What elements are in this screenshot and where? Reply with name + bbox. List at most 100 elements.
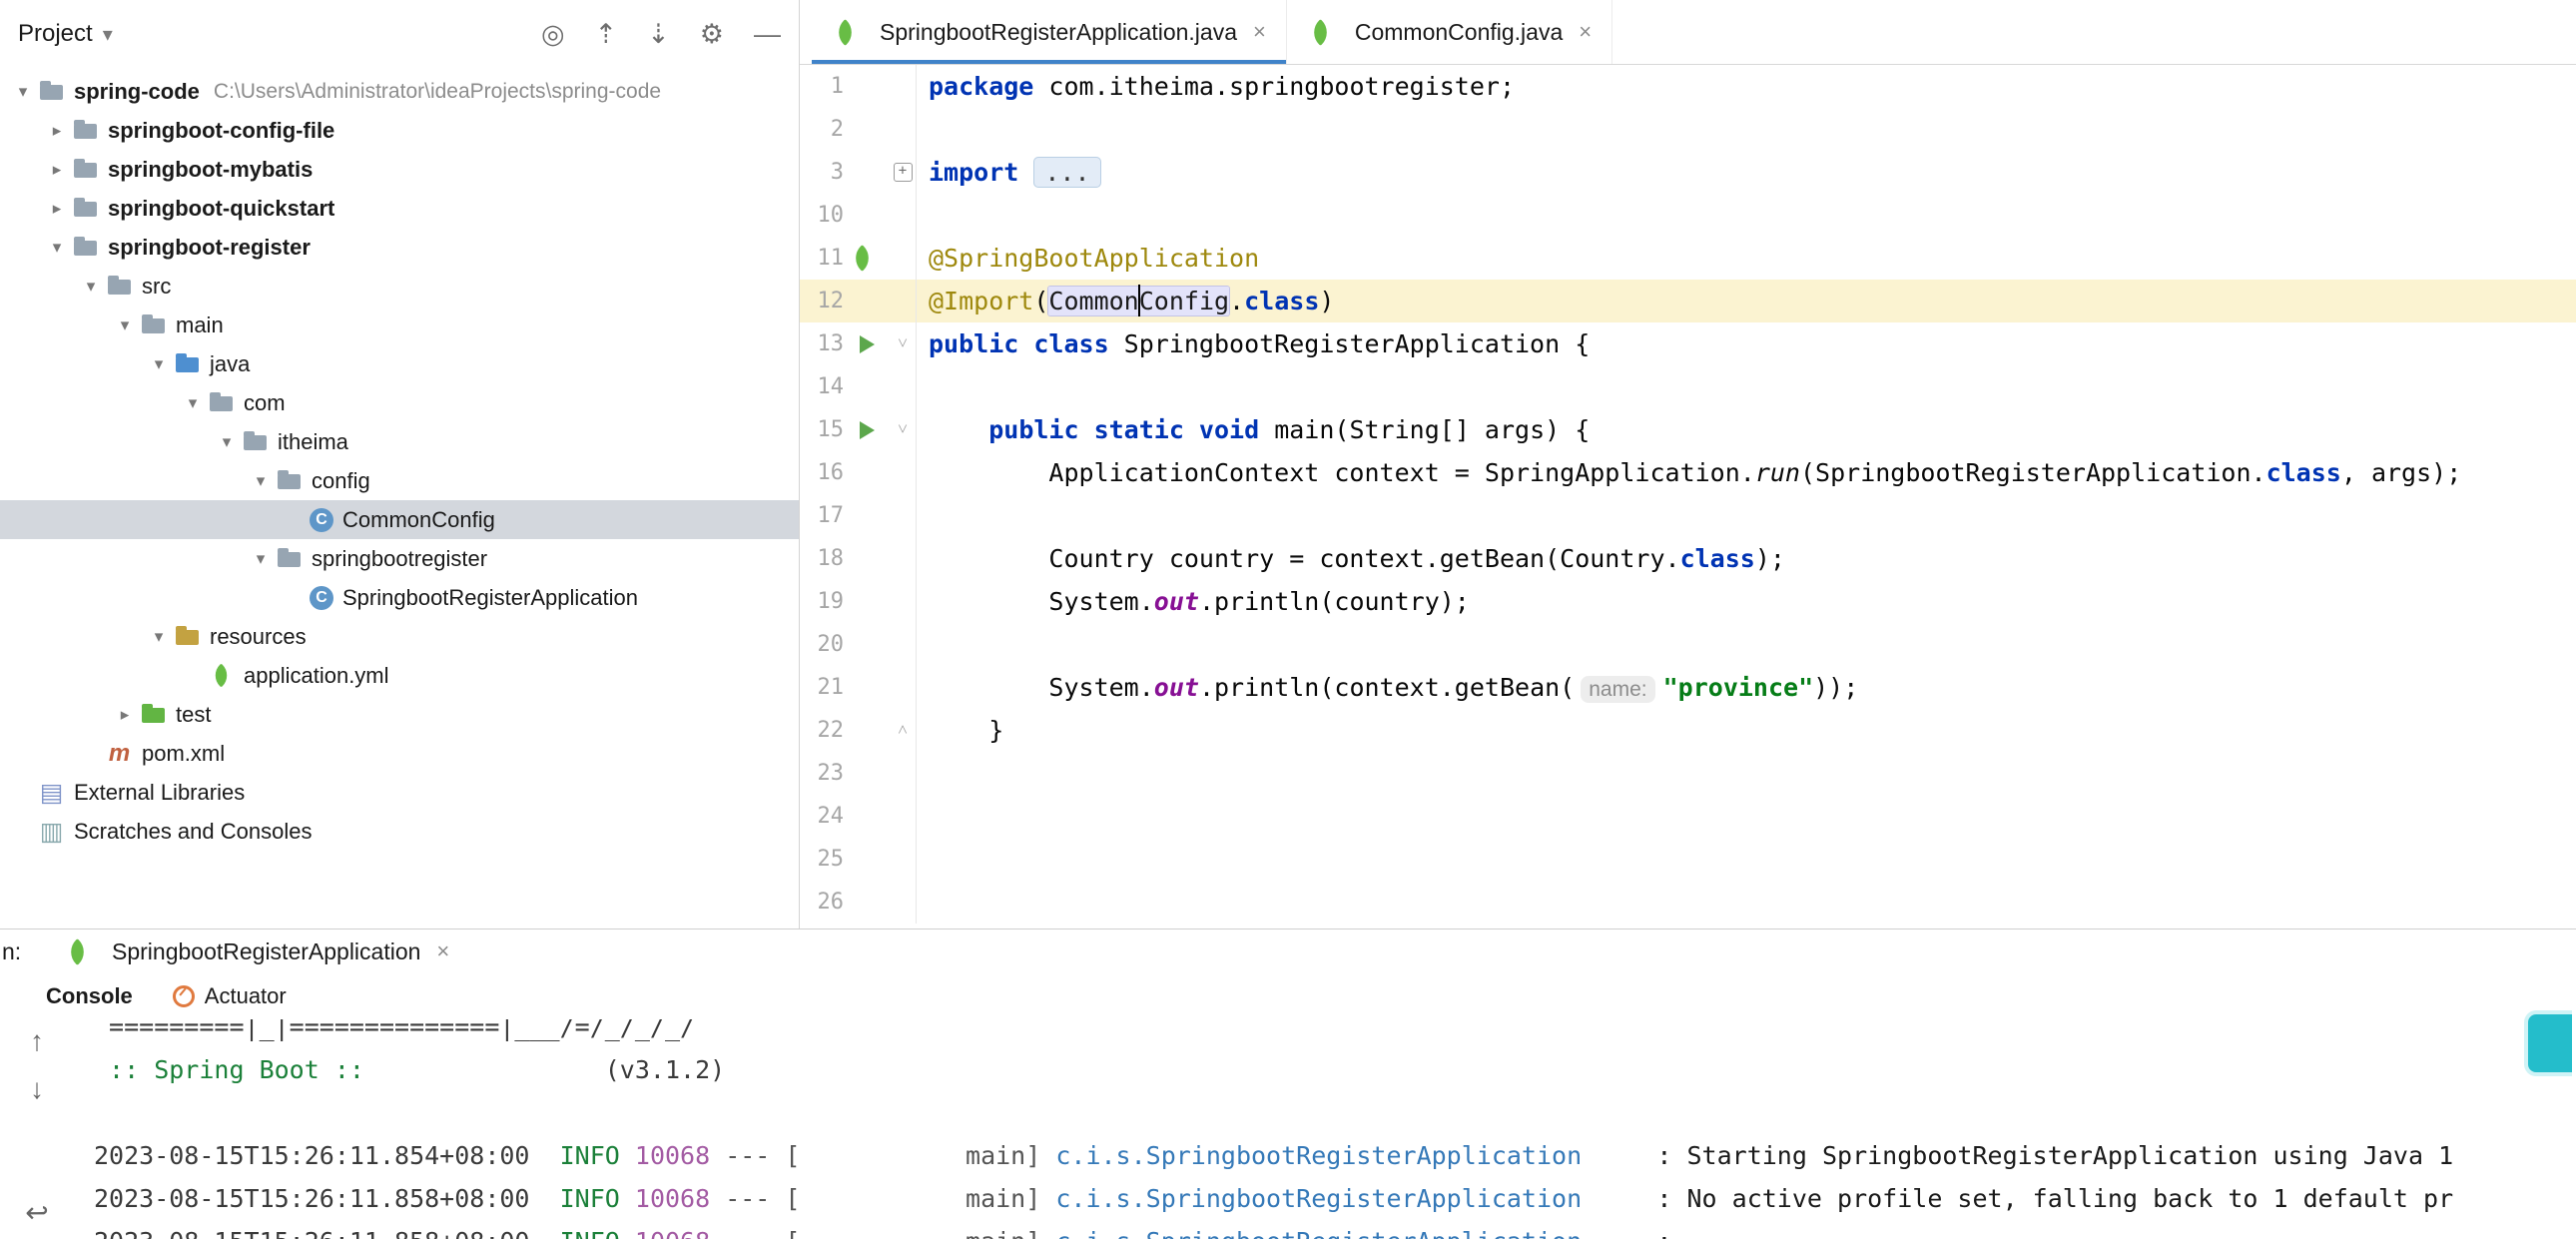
tree-item-main[interactable]: ▾main xyxy=(0,306,799,344)
scroll-up-icon[interactable]: ↑ xyxy=(30,1025,44,1057)
tree-item-config[interactable]: ▾config xyxy=(0,461,799,500)
code-line-15[interactable]: 15˅ public static void main(String[] arg… xyxy=(800,408,2576,451)
tab-actuator[interactable]: Actuator xyxy=(173,983,287,1009)
chevron-down-icon[interactable]: ▾ xyxy=(103,22,113,47)
tab-console[interactable]: Console xyxy=(46,983,133,1009)
code-line-14[interactable]: 14 xyxy=(800,365,2576,408)
chevron-down-icon[interactable]: ▾ xyxy=(110,315,140,335)
fold-marker[interactable]: ˄ xyxy=(890,709,917,752)
chevron-down-icon[interactable]: ▾ xyxy=(144,354,174,374)
floating-action-button[interactable] xyxy=(2524,1010,2572,1076)
tree-item-scratches-and-consoles[interactable]: ▥Scratches and Consoles xyxy=(0,812,799,851)
soft-wrap-icon[interactable]: ↩ xyxy=(25,1196,48,1229)
project-panel-title[interactable]: Project xyxy=(18,20,93,48)
folder-java-icon xyxy=(174,350,201,377)
project-path: C:\Users\Administrator\ideaProjects\spri… xyxy=(214,80,661,104)
tree-item-java[interactable]: ▾java xyxy=(0,344,799,383)
folder-test-icon xyxy=(140,701,167,728)
fold-marker[interactable]: ˅ xyxy=(890,322,917,365)
locate-icon[interactable]: ◎ xyxy=(541,19,565,50)
code-line-13[interactable]: 13˅public class SpringbootRegisterApplic… xyxy=(800,322,2576,365)
folder-icon xyxy=(242,428,269,455)
scroll-down-icon[interactable]: ↓ xyxy=(30,1073,44,1105)
gutter-cell xyxy=(844,623,890,666)
fold-marker[interactable]: ˅ xyxy=(890,408,917,451)
editor-tab-commonconfig-java[interactable]: CommonConfig.java× xyxy=(1287,0,1612,64)
code-line-20[interactable]: 20 xyxy=(800,623,2576,666)
code-line-22[interactable]: 22˄ } xyxy=(800,709,2576,752)
chevron-down-icon[interactable]: ▾ xyxy=(76,277,106,297)
tree-item-springboot-config-file[interactable]: ▸springboot-config-file xyxy=(0,111,799,150)
spring-bean-gutter-icon[interactable] xyxy=(844,237,890,280)
editor-tab-springbootregisterapplication-java[interactable]: SpringbootRegisterApplication.java× xyxy=(812,0,1287,64)
tree-item-itheima[interactable]: ▾itheima xyxy=(0,422,799,461)
console-output[interactable]: =========|_|==============|___/=/_/_/_/ … xyxy=(74,1019,2576,1239)
chevron-down-icon[interactable]: ▾ xyxy=(246,549,276,569)
settings-icon[interactable]: ⚙ xyxy=(700,19,724,50)
tree-item-com[interactable]: ▾com xyxy=(0,383,799,422)
code-line-10[interactable]: 10 xyxy=(800,194,2576,237)
code-line-1[interactable]: 1package com.itheima.springbootregister; xyxy=(800,65,2576,108)
tree-item-pom-xml[interactable]: mpom.xml xyxy=(0,734,799,773)
chevron-down-icon[interactable]: ▾ xyxy=(246,471,276,491)
code-line-2[interactable]: 2 xyxy=(800,108,2576,151)
run-gutter-icon[interactable] xyxy=(844,408,890,451)
tree-item-springboot-mybatis[interactable]: ▸springboot-mybatis xyxy=(0,150,799,189)
code-line-11[interactable]: 11@SpringBootApplication xyxy=(800,237,2576,280)
code-line-26[interactable]: 26 xyxy=(800,881,2576,924)
fold-marker[interactable]: + xyxy=(890,151,917,194)
chevron-right-icon[interactable]: ▸ xyxy=(42,160,72,180)
code-line-16[interactable]: 16 ApplicationContext context = SpringAp… xyxy=(800,451,2576,494)
tree-item-resources[interactable]: ▾ resources xyxy=(0,617,799,656)
code-line-18[interactable]: 18 Country country = context.getBean(Cou… xyxy=(800,537,2576,580)
chevron-down-icon[interactable]: ▾ xyxy=(8,82,38,102)
code-line-23[interactable]: 23 xyxy=(800,752,2576,795)
tree-item-external-libraries[interactable]: ▤External Libraries xyxy=(0,773,799,812)
close-icon[interactable]: × xyxy=(1253,19,1266,45)
tree-item-src[interactable]: ▾src xyxy=(0,267,799,306)
code-line-12[interactable]: 12@Import(CommonConfig.class) xyxy=(800,280,2576,322)
tree-item-label: resources xyxy=(210,624,307,650)
code-line-24[interactable]: 24 xyxy=(800,795,2576,838)
chevron-right-icon[interactable]: ▸ xyxy=(42,199,72,219)
tree-item-test[interactable]: ▸test xyxy=(0,695,799,734)
gutter-cell xyxy=(844,280,890,322)
spring-leaf-icon xyxy=(1307,19,1334,46)
expand-all-icon[interactable]: ⇡ xyxy=(595,19,618,50)
line-number: 15 xyxy=(800,408,844,451)
code-line-3[interactable]: 3+import ... xyxy=(800,151,2576,194)
line-number: 14 xyxy=(800,365,844,408)
console-toolbar: ↑ ↓ ↩ xyxy=(0,1019,74,1239)
folder-icon xyxy=(72,156,99,183)
run-gutter-icon[interactable] xyxy=(844,322,890,365)
tree-item-springbootregister[interactable]: ▾ springbootregister xyxy=(0,539,799,578)
gutter-cell xyxy=(844,795,890,838)
close-icon[interactable]: × xyxy=(1579,19,1592,45)
chevron-down-icon[interactable]: ▾ xyxy=(212,432,242,452)
hide-icon[interactable]: — xyxy=(754,19,781,50)
code-line-21[interactable]: 21 System.out.println(context.getBean(na… xyxy=(800,666,2576,709)
code-line-17[interactable]: 17 xyxy=(800,494,2576,537)
console-line: =========|_|==============|___/=/_/_/_/ xyxy=(94,1019,2576,1048)
chevron-down-icon[interactable]: ▾ xyxy=(144,627,174,647)
tree-item-commonconfig[interactable]: CCommonConfig xyxy=(0,500,799,539)
run-configuration-tab[interactable]: SpringbootRegisterApplication × xyxy=(64,938,449,965)
code-line-19[interactable]: 19 System.out.println(country); xyxy=(800,580,2576,623)
code-area[interactable]: 1package com.itheima.springbootregister;… xyxy=(800,65,2576,929)
project-panel: Project ▾ ◎ ⇡ ⇣ ⚙ — ▾spring-codeC:\Users\Adm… xyxy=(0,0,800,929)
code-line-25[interactable]: 25 xyxy=(800,838,2576,881)
tree-item-springbootregisterapplication[interactable]: CSpringbootRegisterApplication xyxy=(0,578,799,617)
tree-item-spring-code[interactable]: ▾spring-codeC:\Users\Administrator\ideaP… xyxy=(0,72,799,111)
collapse-all-icon[interactable]: ⇣ xyxy=(647,19,670,50)
close-icon[interactable]: × xyxy=(436,938,449,964)
tree-item-springboot-quickstart[interactable]: ▸springboot-quickstart xyxy=(0,189,799,228)
tree-item-application-yml[interactable]: application.yml xyxy=(0,656,799,695)
tree-item-label: springbootregister xyxy=(312,546,487,572)
chevron-right-icon[interactable]: ▸ xyxy=(42,121,72,141)
code-text: public class SpringbootRegisterApplicati… xyxy=(917,322,1590,365)
run-tab-label: SpringbootRegisterApplication xyxy=(112,938,420,965)
chevron-down-icon[interactable]: ▾ xyxy=(178,393,208,413)
tree-item-springboot-register[interactable]: ▾springboot-register xyxy=(0,228,799,267)
chevron-down-icon[interactable]: ▾ xyxy=(42,238,72,258)
chevron-right-icon[interactable]: ▸ xyxy=(110,705,140,725)
